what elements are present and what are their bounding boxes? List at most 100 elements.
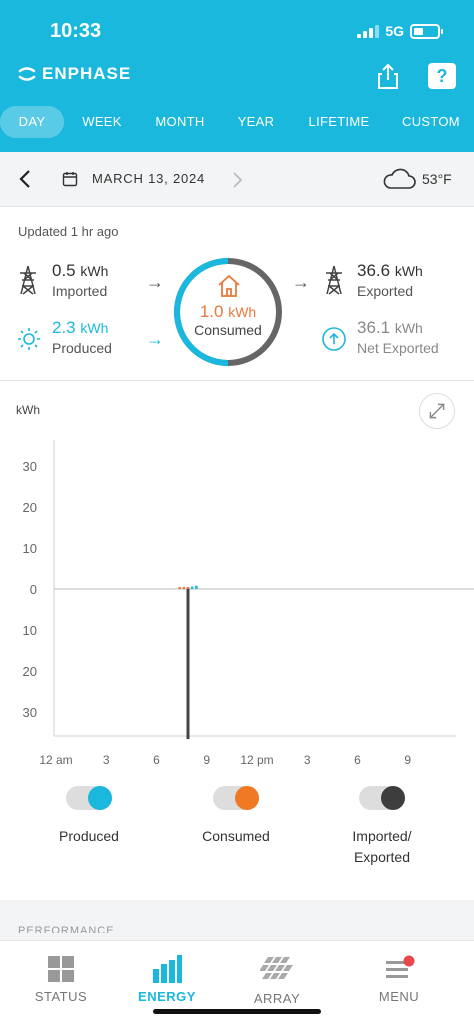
nav-label: ENERGY xyxy=(138,989,196,1004)
tab-year[interactable]: YEAR xyxy=(228,106,284,138)
section-gap xyxy=(0,900,474,940)
x-tick-label: 9 xyxy=(404,753,411,767)
enphase-logo-icon xyxy=(18,67,36,81)
imported-exported-toggle[interactable] xyxy=(359,786,405,810)
x-tick-label: 6 xyxy=(153,753,160,767)
arrow-up-circle-icon xyxy=(322,327,346,351)
exported-metric: 36.6 kWh Exported xyxy=(357,261,423,299)
performance-heading: PERFORMANCE xyxy=(18,925,115,933)
x-tick-label: 3 xyxy=(103,753,110,767)
tab-custom[interactable]: CUSTOM xyxy=(396,106,466,138)
home-indicator xyxy=(153,1009,321,1014)
chevron-left-icon[interactable] xyxy=(16,168,34,190)
app-header: 10:33 5G ENPHASE ? DAY WEEK MONTH YEAR L… xyxy=(0,0,474,152)
period-tabs: DAY WEEK MONTH YEAR LIFETIME CUSTOM xyxy=(0,106,474,138)
consumed-toggle[interactable] xyxy=(213,786,259,810)
net-exported-unit: kWh xyxy=(394,320,423,336)
status-time: 10:33 xyxy=(50,20,102,42)
arrow-right-icon: → xyxy=(292,272,310,292)
arrow-right-icon: → xyxy=(146,329,164,349)
produced-toggle[interactable] xyxy=(66,786,112,810)
signal-icon xyxy=(357,24,380,38)
house-icon xyxy=(218,274,240,297)
power-tower-icon xyxy=(326,265,342,295)
produced-label: Produced xyxy=(52,340,112,356)
battery-icon xyxy=(410,23,443,39)
y-tick-label: 30 xyxy=(23,459,37,474)
x-tick-label: 6 xyxy=(354,753,361,767)
expand-icon[interactable] xyxy=(419,393,455,429)
status-indicators: 5G xyxy=(357,23,443,39)
network-label: 5G xyxy=(385,23,404,39)
nav-array[interactable]: ARRAY xyxy=(232,955,322,1006)
menu-icon xyxy=(386,955,415,978)
share-icon[interactable] xyxy=(374,62,402,90)
x-tick-label: 12 pm xyxy=(240,753,273,767)
tab-day[interactable]: DAY xyxy=(0,106,64,138)
produced-metric: 2.3 kWh Produced xyxy=(52,318,112,356)
calendar-icon[interactable] xyxy=(62,171,78,187)
tab-month[interactable]: MONTH xyxy=(150,106,210,138)
cloud-icon xyxy=(383,168,416,189)
nav-status[interactable]: STATUS xyxy=(16,955,106,1004)
imported-metric: 0.5 kWh Imported xyxy=(52,261,108,299)
x-tick-label: 12 am xyxy=(39,753,72,767)
bar-consumed xyxy=(182,587,186,589)
net-exported-value: 36.1 xyxy=(357,318,391,337)
bar-chart-icon xyxy=(153,955,182,983)
nav-label: STATUS xyxy=(34,989,88,1004)
y-tick-label: 0 xyxy=(30,582,37,597)
legend-imported-exported[interactable]: Imported/ Exported xyxy=(338,786,426,868)
bar-consumed xyxy=(186,587,190,589)
consumed-metric: 1.0 kWh xyxy=(172,302,284,322)
produced-unit: kWh xyxy=(80,320,109,336)
date-navigator: MARCH 13, 2024 53°F xyxy=(0,152,474,207)
brand-name: ENPHASE xyxy=(42,64,132,83)
selected-date[interactable]: MARCH 13, 2024 xyxy=(92,171,205,186)
legend-label: Produced xyxy=(59,828,119,844)
tab-lifetime[interactable]: LIFETIME xyxy=(304,106,374,138)
produced-value: 2.3 xyxy=(52,318,76,337)
x-tick-label: 3 xyxy=(304,753,311,767)
imported-unit: kWh xyxy=(80,263,109,279)
exported-label: Exported xyxy=(357,283,414,299)
exported-unit: kWh xyxy=(394,263,423,279)
x-tick-label: 9 xyxy=(203,753,210,767)
y-tick-label: 20 xyxy=(23,664,37,679)
y-axis-label: kWh xyxy=(16,403,40,417)
updated-text: Updated 1 hr ago xyxy=(18,224,119,239)
net-exported-metric: 36.1 kWh Net Exported xyxy=(357,318,439,356)
grid-icon xyxy=(48,956,74,982)
nav-energy[interactable]: ENERGY xyxy=(122,955,212,1004)
sun-icon xyxy=(18,328,40,350)
legend-produced[interactable]: Produced xyxy=(48,786,130,847)
imported-label: Imported xyxy=(52,283,108,299)
nav-label: MENU xyxy=(378,989,420,1004)
solar-panel-icon xyxy=(260,957,293,979)
consumed-label: Consumed xyxy=(194,322,262,338)
power-tower-icon xyxy=(20,265,36,295)
divider xyxy=(0,380,474,381)
bar-imported-exported xyxy=(186,589,190,740)
temperature: 53°F xyxy=(422,171,452,187)
nav-menu[interactable]: MENU xyxy=(354,955,444,1004)
legend-label: Consumed xyxy=(202,828,270,844)
notification-dot xyxy=(403,955,415,967)
consumed-unit: kWh xyxy=(228,304,257,320)
y-tick-label: 20 xyxy=(23,500,37,515)
tab-week[interactable]: WEEK xyxy=(72,106,132,138)
consumed-value: 1.0 xyxy=(199,302,224,321)
legend-label: Imported/ Exported xyxy=(352,828,412,865)
y-tick-label: 30 xyxy=(23,705,37,720)
brand-logo: ENPHASE xyxy=(18,64,131,84)
energy-chart: 30 20 10 0 10 20 30 12 am 3 6 9 12 pm 3 6 9 xyxy=(23,440,474,767)
arrow-right-icon: → xyxy=(146,272,164,292)
legend-consumed[interactable]: Consumed xyxy=(186,786,286,847)
chevron-right-icon[interactable] xyxy=(230,170,244,190)
bar-produced xyxy=(190,586,194,589)
weather: 53°F xyxy=(382,168,452,190)
bar-consumed xyxy=(178,587,181,589)
net-exported-label: Net Exported xyxy=(357,340,439,356)
help-button[interactable]: ? xyxy=(428,63,456,89)
y-tick-label: 10 xyxy=(23,623,37,638)
